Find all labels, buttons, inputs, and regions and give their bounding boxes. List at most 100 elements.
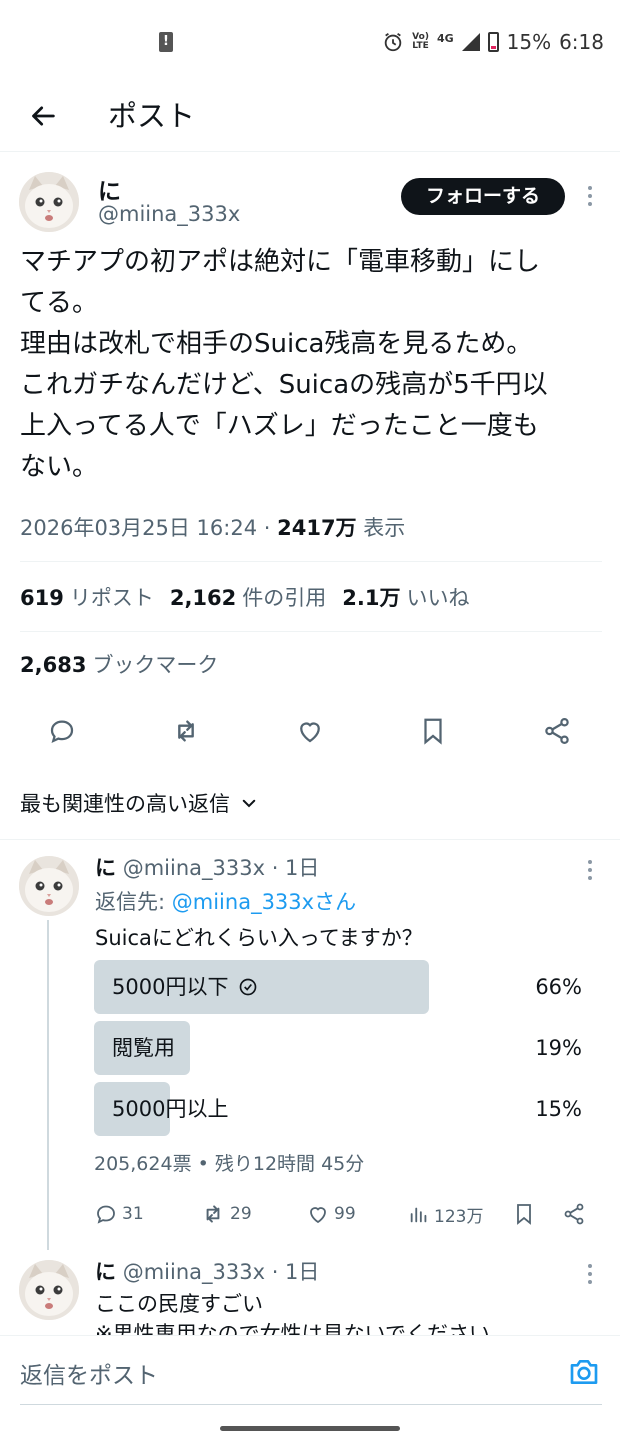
battery-icon — [487, 32, 499, 52]
post-text: マチアプの初アポは絶対に「電車移動」にし てる。 理由は改札で相手のSuica残… — [20, 242, 605, 488]
share-icon — [564, 1203, 584, 1225]
author-name[interactable]: に — [98, 172, 121, 206]
cat-avatar-image — [19, 172, 79, 232]
reply-text: Suicaにどれくらい入ってますか？ — [95, 926, 423, 950]
camera-button[interactable] — [568, 1356, 600, 1388]
back-button[interactable] — [22, 94, 66, 138]
reply-actions: 31 29 99 123万 — [94, 1196, 594, 1232]
thread-line — [47, 920, 49, 1250]
like-stat[interactable]: 2.1万 いいね — [342, 586, 469, 610]
like-button[interactable] — [288, 707, 332, 755]
arrow-left-icon — [32, 106, 55, 126]
divider — [0, 839, 620, 840]
bookmark-stat[interactable]: 2,683 ブックマーク — [20, 649, 218, 679]
view-count: 2417万 — [277, 516, 357, 540]
bookmark-icon — [517, 1204, 531, 1225]
follow-button[interactable]: フォローする — [401, 178, 565, 215]
chevron-down-icon — [242, 799, 256, 808]
post-text-line: 上入ってる人で「ハズレ」だったこと一度も — [20, 411, 539, 441]
repost-button[interactable] — [164, 707, 208, 755]
alert-icon: ! — [159, 32, 173, 52]
engagement-stats: 619 リポスト 2,162 件の引用 2.1万 いいね — [20, 582, 469, 612]
post-timestamp[interactable]: 2026年03月25日 16:24 · — [20, 516, 277, 540]
top-bar: ポスト — [0, 80, 620, 152]
share-button[interactable] — [535, 707, 579, 755]
post-text-line: 理由は改札で相手のSuica残高を見るため。 — [20, 329, 533, 359]
reply-time: · 1日 — [271, 1260, 320, 1284]
camera-icon — [570, 1360, 598, 1384]
alarm-icon — [384, 32, 402, 52]
post-text-line: てる。 — [20, 288, 99, 318]
poll-option-label: 5000円以上 — [112, 1097, 229, 1121]
divider — [20, 1404, 602, 1405]
cat-avatar-image — [19, 1260, 79, 1320]
post-actions — [0, 707, 620, 755]
reply-author-handle[interactable]: @miina_333x — [123, 1260, 265, 1284]
reply-count: 31 — [122, 1204, 144, 1224]
reply-author-handle[interactable]: @miina_333x — [123, 856, 265, 880]
clock: 6:18 — [559, 30, 604, 54]
divider — [20, 631, 602, 632]
reply-to-link[interactable]: @miina_333xさん — [172, 890, 356, 914]
post-meta: 2026年03月25日 16:24 · 2417万 表示 — [20, 512, 405, 542]
heart-icon — [310, 1207, 326, 1224]
poll-option-label: 5000円以下 — [112, 975, 229, 999]
view-label: 表示 — [356, 516, 406, 540]
avatar[interactable] — [19, 1260, 79, 1320]
network-type: 4G — [436, 31, 454, 45]
views-button[interactable]: 123万 — [408, 1196, 483, 1232]
signal-icon — [461, 33, 480, 51]
poll-percent: 66% — [535, 975, 582, 999]
divider — [20, 561, 602, 562]
poll-option: 5000円以下 66% — [94, 960, 582, 1014]
more-options-icon[interactable] — [580, 860, 600, 880]
poll-option: 5000円以上 15% — [94, 1082, 582, 1136]
bookmark-button[interactable] — [411, 707, 455, 755]
repost-count: 29 — [230, 1204, 252, 1224]
view-count: 123万 — [434, 1206, 484, 1227]
battery-percent: 15% — [506, 30, 552, 54]
poll-option-label: 閲覧用 — [112, 1036, 175, 1060]
home-indicator[interactable] — [220, 1426, 400, 1431]
repost-icon — [178, 720, 194, 742]
reply-time: · 1日 — [271, 856, 320, 880]
like-count: 99 — [334, 1204, 356, 1224]
more-options-icon[interactable] — [580, 186, 600, 206]
share-button[interactable] — [562, 1196, 586, 1232]
more-options-icon[interactable] — [580, 1264, 600, 1284]
poll-option: 閲覧用 19% — [94, 1021, 582, 1075]
like-button[interactable]: 99 — [306, 1196, 356, 1232]
repost-icon — [206, 1205, 220, 1223]
status-bar: ! Vo) LTE 4G 15% 6:18 — [0, 0, 620, 80]
repost-button[interactable]: 29 — [200, 1196, 252, 1232]
sort-label: 最も関連性の高い返信 — [20, 792, 230, 816]
heart-icon — [300, 722, 320, 743]
poll-info: 205,624票 • 残り12時間 45分 — [94, 1153, 365, 1175]
volte-indicator: Vo) LTE — [412, 32, 429, 51]
reply-author-name[interactable]: に — [95, 1260, 116, 1284]
bookmark-button[interactable] — [512, 1196, 536, 1232]
quote-stat[interactable]: 2,162 件の引用 — [170, 586, 326, 610]
repost-stat[interactable]: 619 リポスト — [20, 586, 154, 610]
bookmark-icon — [424, 718, 442, 745]
analytics-icon — [410, 1207, 427, 1223]
cat-avatar-image — [19, 856, 79, 916]
comment-icon — [50, 720, 74, 744]
reply-button[interactable]: 31 — [94, 1196, 144, 1232]
post-text-line: マチアプの初アポは絶対に「電車移動」にし — [20, 247, 541, 277]
reply-author-name[interactable]: に — [95, 856, 116, 880]
reply-header: に @miina_333x · 1日 — [95, 1256, 319, 1286]
poll-percent: 19% — [535, 1036, 582, 1060]
reply-input[interactable]: 返信をポスト — [20, 1356, 158, 1390]
avatar[interactable] — [19, 856, 79, 916]
page-title: ポスト — [108, 99, 196, 133]
reply-sort-dropdown[interactable]: 最も関連性の高い返信 — [20, 788, 258, 818]
author-handle[interactable]: @miina_333x — [98, 202, 240, 226]
reply-button[interactable] — [40, 707, 84, 755]
reply-compose-bar: 返信をポスト — [0, 1335, 620, 1405]
reply-text: ここの民度すごい — [95, 1292, 263, 1316]
post-text-line: これガチなんだけど、Suicaの残高が5千円以 — [20, 370, 548, 400]
comment-icon — [97, 1205, 115, 1224]
check-circle-icon — [240, 978, 257, 996]
avatar[interactable] — [19, 172, 79, 232]
